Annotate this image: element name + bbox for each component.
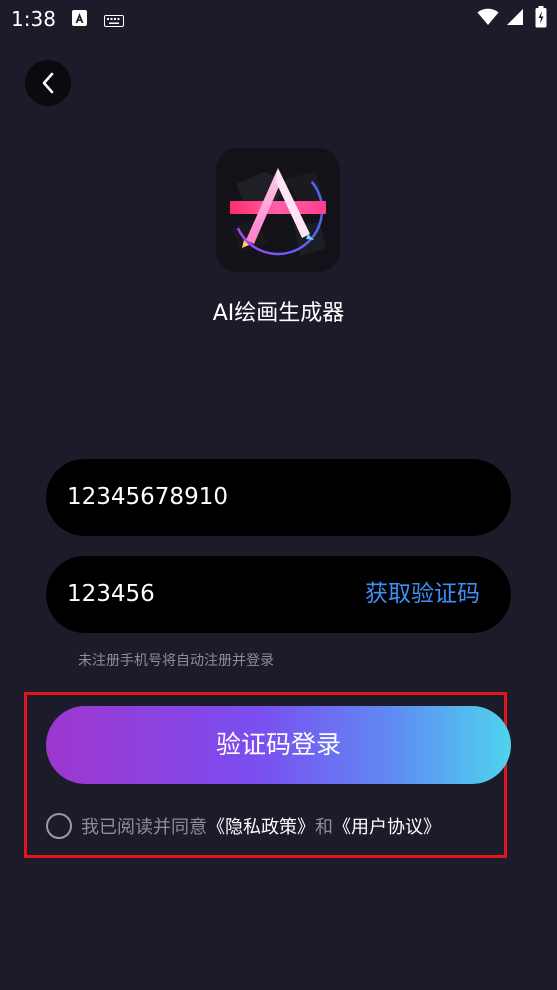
agreement-conjunction: 和: [315, 817, 333, 838]
agreement-prefix: 我已阅读并同意: [81, 817, 207, 838]
get-code-button[interactable]: 获取验证码: [365, 556, 480, 633]
status-time: 1:38: [11, 7, 56, 31]
verification-code-field[interactable]: 获取验证码: [46, 556, 511, 633]
user-agreement-link[interactable]: 《用户协议》: [333, 813, 441, 839]
back-button[interactable]: [25, 60, 71, 106]
back-chevron-icon: [42, 72, 54, 94]
login-button[interactable]: 验证码登录: [46, 706, 511, 784]
keyboard-icon: [104, 12, 124, 31]
agreement-row: 我已阅读并同意 《隐私政策》 和 《用户协议》: [46, 812, 441, 840]
auto-register-hint: 未注册手机号将自动注册并登录: [78, 653, 274, 669]
a-notification-icon: [72, 10, 87, 26]
app-name: AI绘画生成器: [212, 301, 345, 326]
phone-field[interactable]: [46, 459, 511, 536]
agree-checkbox[interactable]: [46, 813, 72, 839]
privacy-policy-link[interactable]: 《隐私政策》: [207, 813, 315, 839]
verification-code-input[interactable]: [67, 556, 347, 633]
battery-icon: [535, 6, 547, 32]
phone-input[interactable]: [67, 459, 347, 536]
wifi-icon: [477, 8, 499, 30]
signal-icon: [506, 8, 524, 30]
app-logo: [216, 148, 340, 272]
status-bar: 1:38: [0, 0, 557, 38]
